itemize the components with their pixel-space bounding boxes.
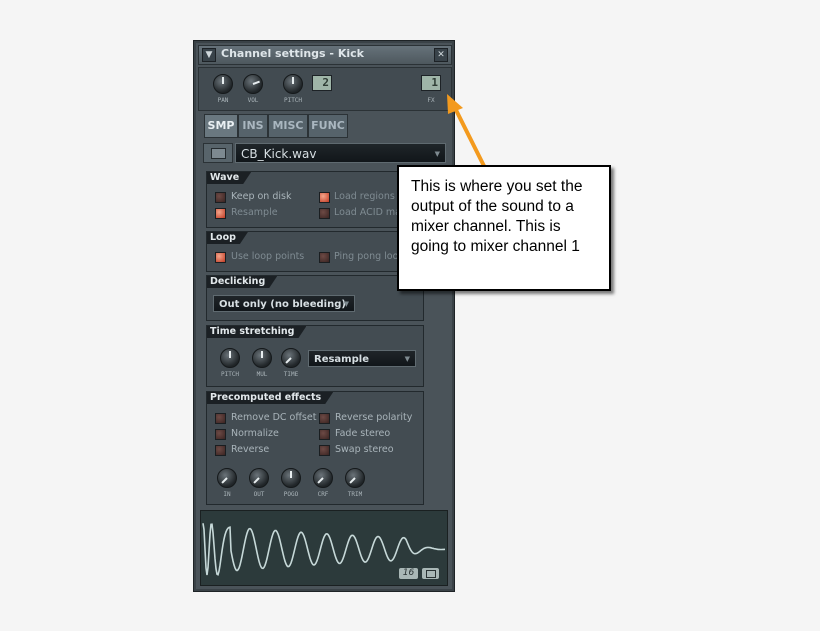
- annotation-callout: This is where you set the output of the …: [397, 165, 611, 291]
- callout-arrow: [447, 94, 488, 171]
